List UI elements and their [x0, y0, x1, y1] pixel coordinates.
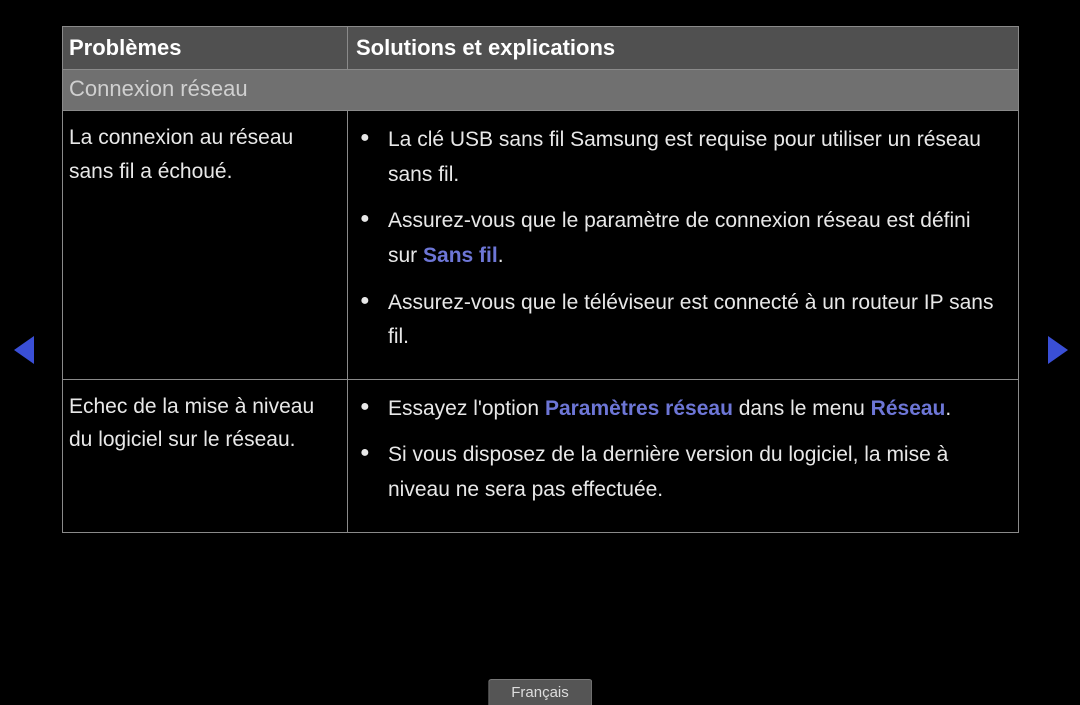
list-item: La clé USB sans fil Samsung est requise … [358, 123, 1000, 192]
list-item: Si vous disposez de la dernière version … [358, 438, 1000, 507]
solution-list: La clé USB sans fil Samsung est requise … [358, 123, 1000, 355]
list-item: Assurez-vous que le paramètre de connexi… [358, 204, 1000, 273]
solution-text: Essayez l'option [388, 397, 545, 420]
solution-text: La clé USB sans fil Samsung est requise … [388, 128, 981, 186]
language-badge: Français [488, 679, 592, 705]
list-item: Essayez l'option Paramètres réseau dans … [358, 392, 1000, 427]
list-item: Assurez-vous que le téléviseur est conne… [358, 286, 1000, 355]
chevron-left-icon [14, 336, 34, 364]
table-header-row: Problèmes Solutions et explications [63, 27, 1018, 70]
solution-text: . [945, 397, 951, 420]
highlight-text: Paramètres réseau [545, 397, 733, 420]
prev-page-arrow[interactable] [14, 336, 34, 364]
solution-cell: Essayez l'option Paramètres réseau dans … [348, 380, 1018, 532]
solution-text: Assurez-vous que le téléviseur est conne… [388, 291, 993, 349]
highlight-text: Réseau [871, 397, 946, 420]
troubleshooting-table: Problèmes Solutions et explications Conn… [62, 26, 1019, 533]
solution-text: Si vous disposez de la dernière version … [388, 443, 948, 501]
solution-text: . [498, 244, 504, 267]
header-problems: Problèmes [63, 27, 348, 69]
problem-text: Echec de la mise à niveau du logiciel su… [63, 380, 348, 532]
highlight-text: Sans fil [423, 244, 498, 267]
table-row: La connexion au réseau sans fil a échoué… [63, 111, 1018, 380]
table-row: Echec de la mise à niveau du logiciel su… [63, 380, 1018, 532]
problem-text: La connexion au réseau sans fil a échoué… [63, 111, 348, 379]
section-title: Connexion réseau [63, 70, 1018, 111]
chevron-right-icon [1048, 336, 1068, 364]
solution-text: dans le menu [733, 397, 871, 420]
solution-list: Essayez l'option Paramètres réseau dans … [358, 392, 1000, 508]
header-solutions: Solutions et explications [348, 27, 1018, 69]
next-page-arrow[interactable] [1048, 336, 1068, 364]
solution-cell: La clé USB sans fil Samsung est requise … [348, 111, 1018, 379]
